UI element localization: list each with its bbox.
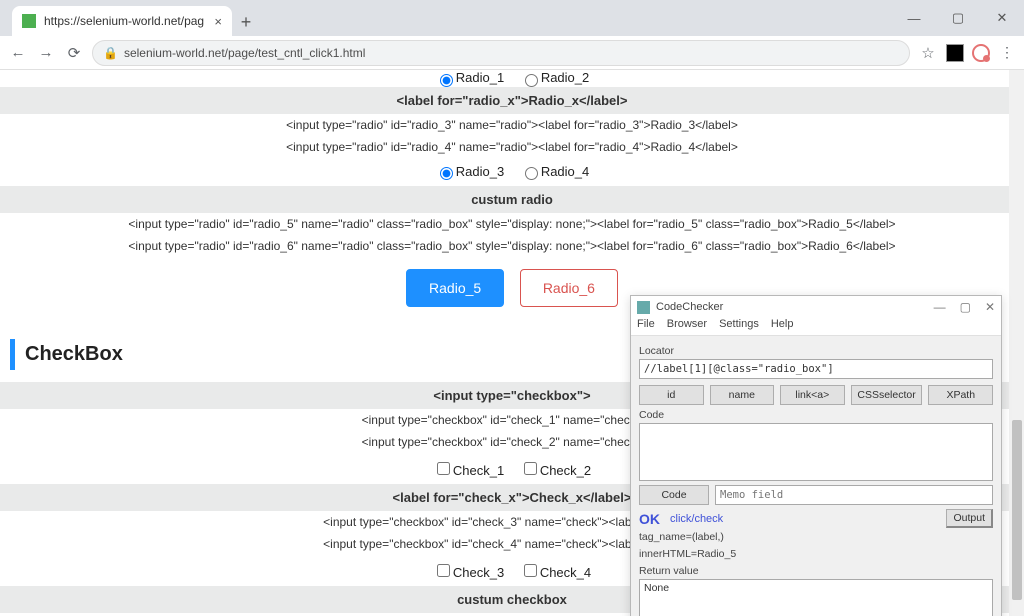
cc-menu-settings[interactable]: Settings — [719, 318, 759, 335]
check-2[interactable]: Check_2 — [520, 463, 591, 478]
cc-app-icon — [637, 301, 650, 314]
check-1[interactable]: Check_1 — [433, 463, 504, 478]
radio-4[interactable]: Radio_4 — [520, 164, 589, 179]
cc-menu-browser[interactable]: Browser — [667, 318, 707, 335]
cc-menu-file[interactable]: File — [637, 318, 655, 335]
back-icon[interactable]: ← — [8, 44, 28, 61]
menu-dots-icon[interactable]: ⋮ — [998, 44, 1016, 61]
cc-status-ok: OK — [639, 511, 660, 527]
code-radio-5: <input type="radio" id="radio_5" name="r… — [0, 213, 1024, 235]
lock-icon: 🔒 — [103, 46, 118, 60]
cc-code-label: Code — [639, 409, 993, 421]
forward-icon[interactable]: → — [36, 44, 56, 61]
radio-6-button[interactable]: Radio_6 — [520, 269, 618, 307]
reload-icon[interactable]: ⟳ — [64, 44, 84, 62]
tab-title: https://selenium-world.net/pag — [44, 14, 204, 28]
cc-minimize-icon[interactable]: — — [934, 300, 946, 314]
radio-5-button[interactable]: Radio_5 — [406, 269, 504, 307]
cc-link-button[interactable]: link<a> — [780, 385, 845, 405]
cc-return-label: Return value — [639, 565, 993, 577]
cc-locator-label: Locator — [639, 345, 993, 357]
close-icon[interactable]: × — [214, 14, 222, 29]
cc-info-tagname: tag_name=(label,) — [639, 530, 993, 545]
window-controls: — ▢ ✕ — [892, 0, 1024, 36]
cc-xpath-button[interactable]: XPath — [928, 385, 993, 405]
cc-id-button[interactable]: id — [639, 385, 704, 405]
cc-memo-input[interactable] — [715, 485, 993, 505]
bookmark-star-icon[interactable]: ☆ — [918, 44, 938, 62]
url-text: selenium-world.net/page/test_cntl_click1… — [124, 46, 365, 60]
codechecker-window[interactable]: CodeChecker — ▢ ✕ File Browser Settings … — [630, 295, 1002, 616]
cc-maximize-icon[interactable]: ▢ — [960, 300, 971, 314]
cc-code-textarea[interactable] — [639, 423, 993, 481]
code-radio-3: <input type="radio" id="radio_3" name="r… — [0, 114, 1024, 136]
tab-favicon-icon — [22, 14, 36, 28]
radio-3[interactable]: Radio_3 — [435, 164, 504, 179]
radio-2[interactable]: Radio_2 — [520, 70, 589, 85]
new-tab-button[interactable]: + — [232, 8, 260, 36]
cc-titlebar[interactable]: CodeChecker — ▢ ✕ — [631, 296, 1001, 318]
url-input[interactable]: 🔒 selenium-world.net/page/test_cntl_clic… — [92, 40, 910, 66]
heading-custum-radio: custum radio — [0, 186, 1024, 213]
cc-name-button[interactable]: name — [710, 385, 775, 405]
code-radio-4: <input type="radio" id="radio_4" name="r… — [0, 136, 1024, 158]
browser-tab[interactable]: https://selenium-world.net/pag × — [12, 6, 232, 36]
cc-code-button[interactable]: Code — [639, 485, 709, 505]
minimize-icon[interactable]: — — [892, 0, 936, 36]
address-bar: ← → ⟳ 🔒 selenium-world.net/page/test_cnt… — [0, 36, 1024, 70]
cc-status-action: click/check — [670, 513, 723, 525]
code-radio-6: <input type="radio" id="radio_6" name="r… — [0, 235, 1024, 257]
cc-title-text: CodeChecker — [656, 301, 723, 313]
extension-icon[interactable] — [946, 44, 964, 62]
cc-menu-bar: File Browser Settings Help — [631, 318, 1001, 336]
browser-tab-strip: https://selenium-world.net/pag × + — ▢ ✕ — [0, 0, 1024, 36]
cc-menu-help[interactable]: Help — [771, 318, 794, 335]
cc-css-button[interactable]: CSSselector — [851, 385, 923, 405]
cc-output-button[interactable]: Output — [946, 509, 993, 528]
check-3[interactable]: Check_3 — [433, 565, 504, 580]
cc-info-innerhtml: innerHTML=Radio_5 — [639, 547, 993, 562]
heading-label-radiox: <label for="radio_x">Radio_x</label> — [0, 87, 1024, 114]
scrollbar-track[interactable] — [1009, 70, 1024, 616]
radio-row-mid: Radio_3 Radio_4 — [0, 158, 1024, 187]
profile-avatar-icon[interactable] — [972, 44, 990, 62]
cc-locator-input[interactable] — [639, 359, 993, 379]
cc-close-icon[interactable]: ✕ — [985, 300, 995, 314]
radio-1[interactable]: Radio_1 — [435, 70, 504, 85]
close-window-icon[interactable]: ✕ — [980, 0, 1024, 36]
radio-row-top: Radio_1 Radio_2 — [0, 70, 1024, 87]
check-4[interactable]: Check_4 — [520, 565, 591, 580]
cc-return-box[interactable]: None — [639, 579, 993, 616]
scrollbar-thumb[interactable] — [1012, 420, 1022, 600]
maximize-icon[interactable]: ▢ — [936, 0, 980, 36]
